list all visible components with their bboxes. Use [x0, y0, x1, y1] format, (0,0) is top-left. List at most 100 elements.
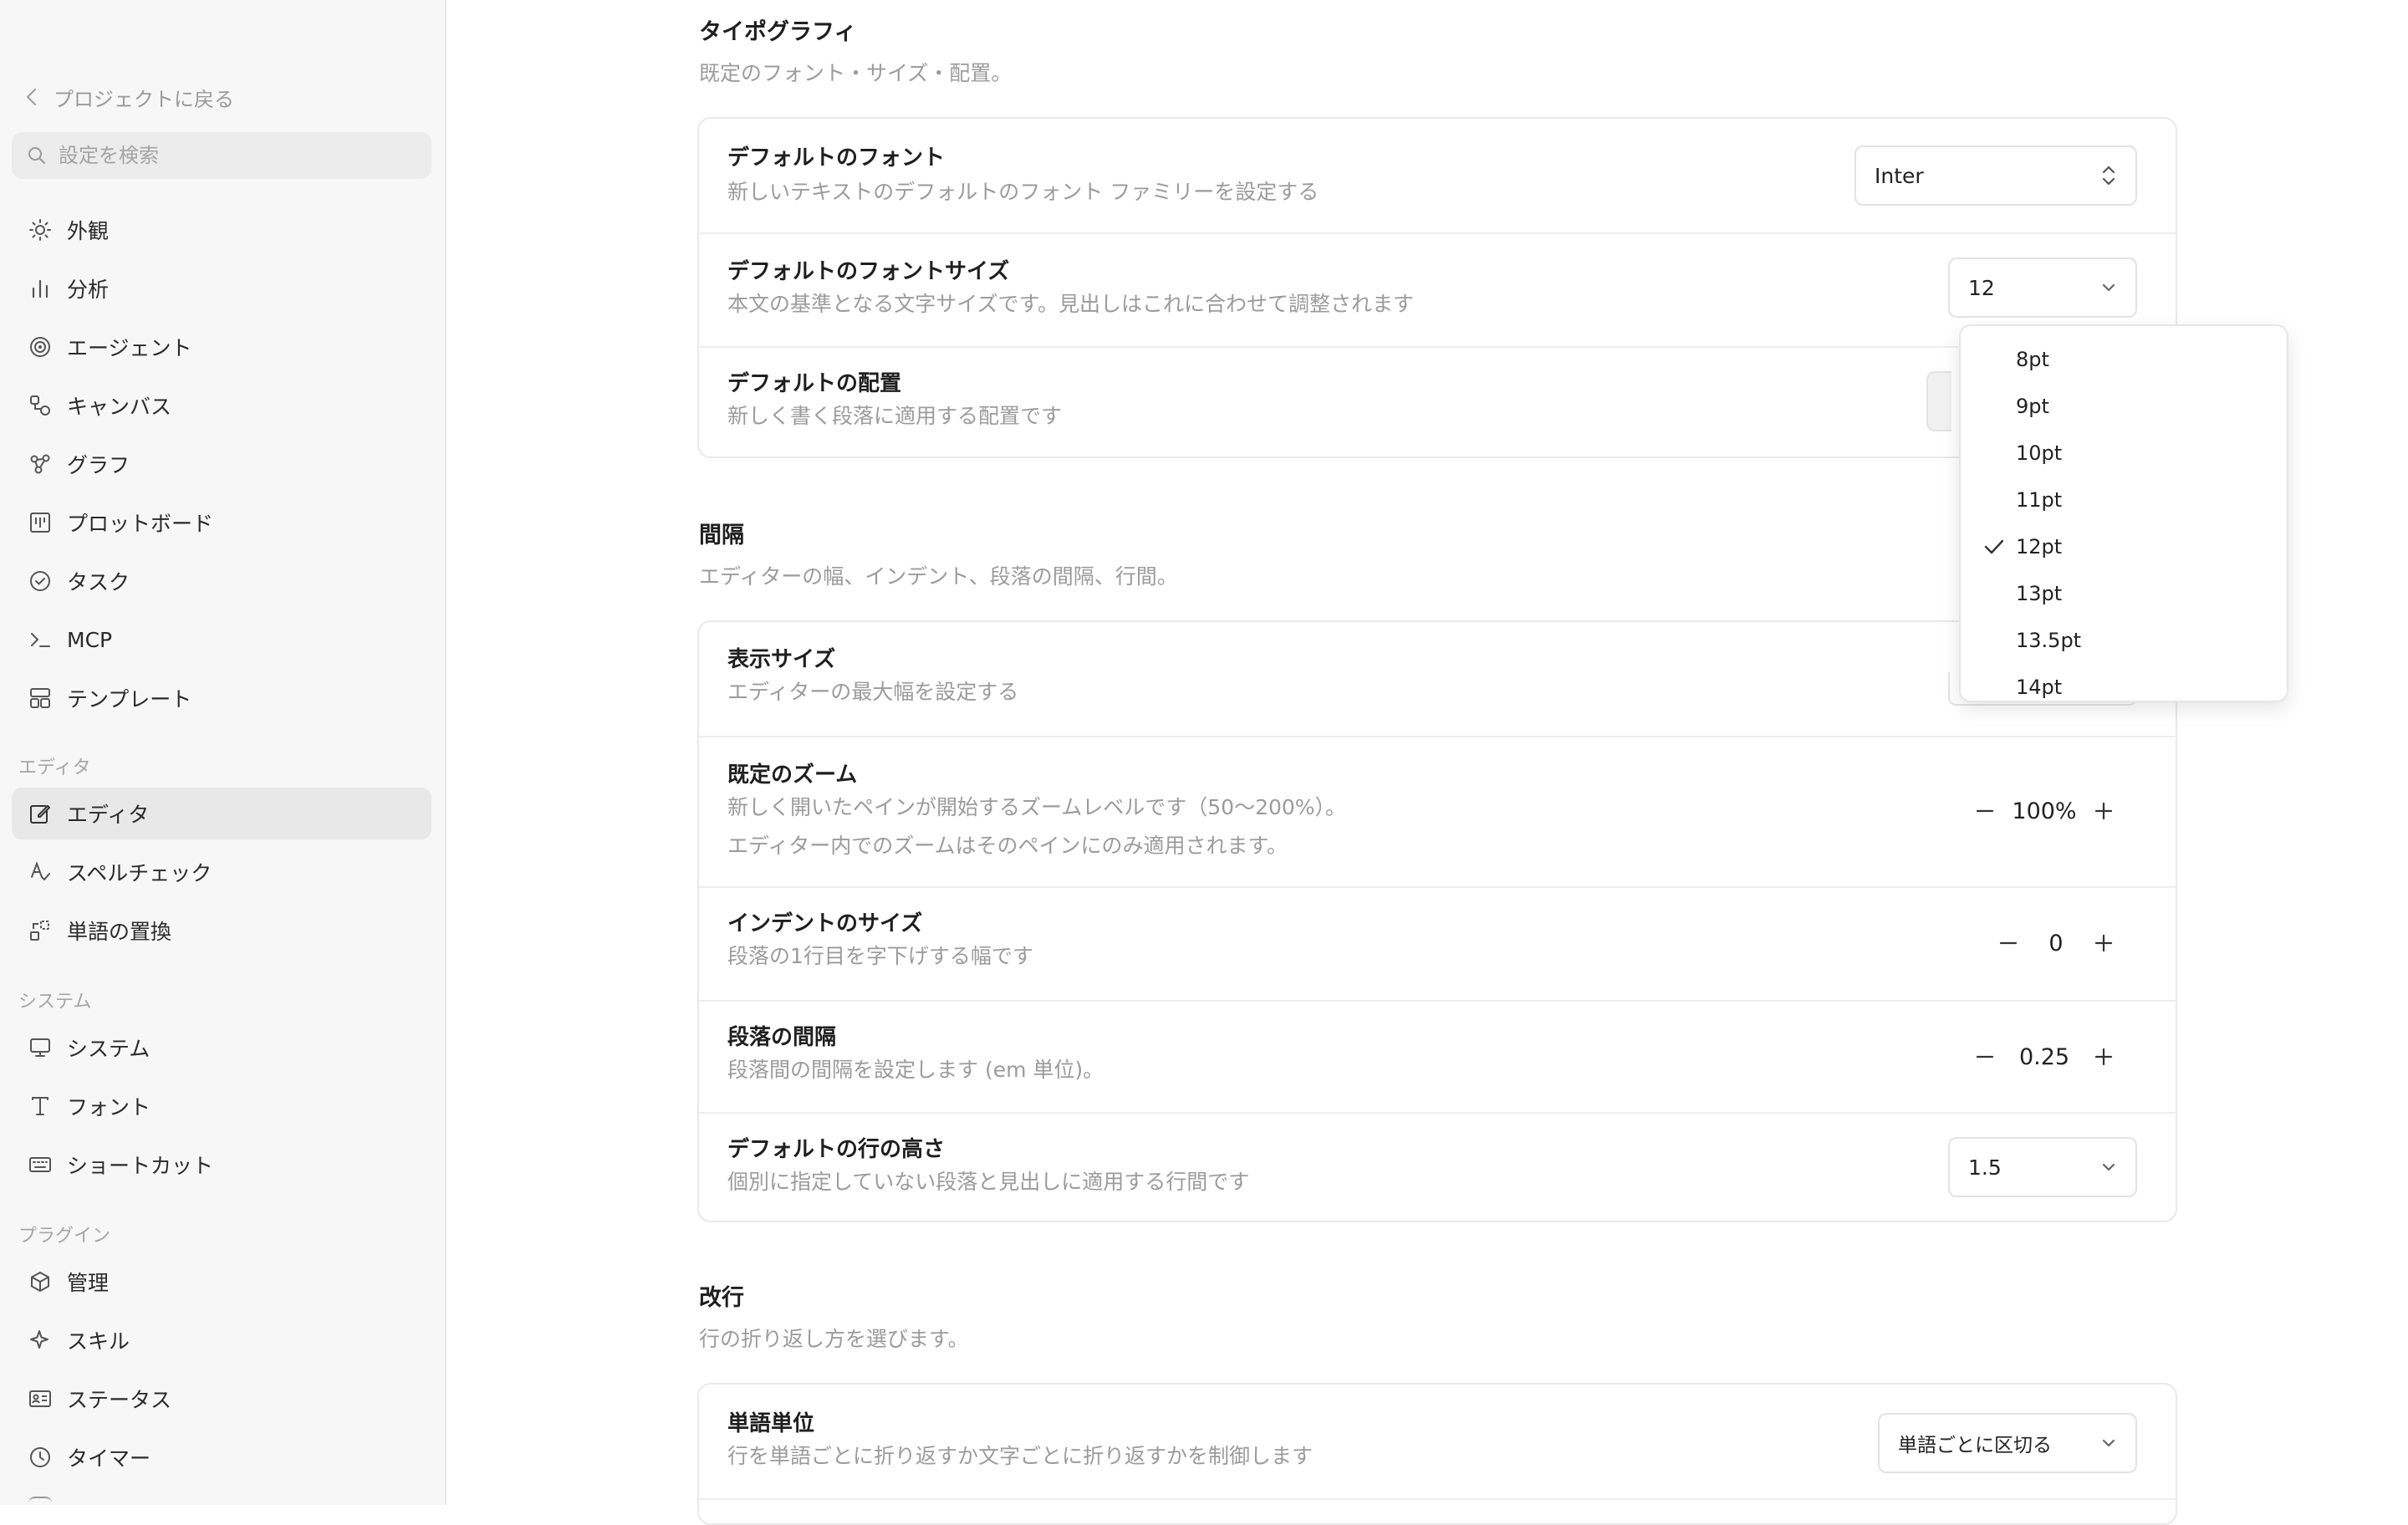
- setting-title: デフォルトの行の高さ: [727, 1137, 946, 1162]
- sidebar-item-status[interactable]: ステータス: [12, 1373, 431, 1425]
- dropdown-option[interactable]: 8pt: [1961, 336, 2287, 383]
- sidebar-item-label: タイマー: [67, 1446, 151, 1471]
- search-input[interactable]: [57, 143, 411, 168]
- sidebar-item-spellcheck[interactable]: スペルチェック: [12, 846, 431, 898]
- section-desc-spacing: エディターの幅、インデント、段落の間隔、行間。: [699, 564, 1178, 589]
- decrement-button[interactable]: [1968, 794, 2002, 828]
- setting-desc: エディターの最大幅を設定する: [727, 680, 1019, 704]
- option-label: 8pt: [2016, 348, 2049, 371]
- setting-title: インデントのサイズ: [727, 911, 923, 936]
- cube-icon: [27, 1268, 54, 1295]
- sidebar-item-label: MCP: [67, 627, 113, 652]
- sidebar-item-shortcuts[interactable]: ショートカット: [12, 1139, 431, 1191]
- sidebar-item-canvas[interactable]: キャンバス: [12, 380, 431, 431]
- setting-row-display-size: 表示サイズ エディターの最大幅を設定する: [699, 622, 2176, 736]
- sidebar-item-editor[interactable]: エディタ: [12, 788, 431, 839]
- sidebar-item-label: プロットボード: [67, 512, 214, 536]
- setting-desc: 新しく開いたペインが開始するズームレベルです（50〜200%）。: [727, 795, 1347, 819]
- sidebar-item-skills[interactable]: スキル: [12, 1314, 431, 1366]
- sidebar-item-plotboard[interactable]: プロットボード: [12, 497, 431, 548]
- font-size-select[interactable]: 12: [1948, 258, 2137, 318]
- section-label-system: システム: [18, 992, 92, 1012]
- sidebar-item-mcp[interactable]: MCP: [12, 614, 431, 666]
- sidebar-item-label: スペルチェック: [67, 861, 212, 885]
- plus-icon: [2094, 934, 2113, 952]
- terminal-icon: [27, 626, 54, 653]
- sidebar-item-label: エディタ: [67, 803, 150, 827]
- zoom-stepper: 100%: [1968, 794, 2120, 828]
- word-wrap-select[interactable]: 単語ごとに区切る: [1878, 1413, 2137, 1473]
- decrement-button[interactable]: [1992, 926, 2025, 960]
- sidebar-item-word-replace[interactable]: 単語の置換: [12, 905, 431, 956]
- board-icon: [27, 509, 54, 536]
- setting-desc-secondary: エディター内でのズームはそのペインにのみ適用されます。: [727, 834, 1288, 858]
- edit-icon: [27, 800, 54, 827]
- back-to-project-link[interactable]: プロジェクトに戻る: [25, 80, 234, 114]
- dropdown-option[interactable]: 9pt: [1961, 383, 2287, 430]
- setting-row-default-font-size: デフォルトのフォントサイズ 本文の基準となる文字サイズです。見出しはこれに合わせ…: [699, 232, 2176, 348]
- sidebar-item-label: スキル: [67, 1329, 130, 1354]
- monitor-icon: [27, 1034, 54, 1061]
- sidebar-item-tasks[interactable]: タスク: [12, 555, 431, 607]
- increment-button[interactable]: [2087, 794, 2120, 828]
- line-height-select[interactable]: 1.5: [1948, 1137, 2137, 1197]
- sidebar-item-font[interactable]: フォント: [12, 1080, 431, 1132]
- dropdown-option-selected[interactable]: 12pt: [1961, 523, 2287, 570]
- setting-title: 表示サイズ: [727, 647, 836, 672]
- dropdown-option[interactable]: 13.5pt: [1961, 617, 2287, 664]
- sidebar-item-templates[interactable]: テンプレート: [12, 672, 431, 724]
- setting-title: デフォルトの配置: [727, 371, 902, 396]
- chevron-down-icon: [2100, 1161, 2117, 1173]
- sidebar-item-label: グラフ: [67, 453, 130, 477]
- section-label-plugins: プラグイン: [18, 1226, 111, 1247]
- cut-off-icon: [28, 1497, 52, 1507]
- sidebar-item-label: キャンバス: [67, 395, 172, 419]
- graph-icon: [27, 451, 54, 477]
- dropdown-option[interactable]: 10pt: [1961, 430, 2287, 477]
- setting-row-indent-size: インデントのサイズ 段落の1行目を字下げする幅です 0: [699, 886, 2176, 1002]
- sidebar-item-label: フォント: [67, 1095, 151, 1120]
- sun-icon: [27, 217, 54, 243]
- setting-row-word-unit: 単語単位 行を単語ごとに折り返すか文字ごとに折り返すかを制御します 単語ごとに区…: [699, 1385, 2176, 1500]
- sidebar-item-appearance[interactable]: 外観: [12, 204, 431, 256]
- dropdown-option[interactable]: 13pt: [1961, 570, 2287, 617]
- sidebar-item-timer[interactable]: タイマー: [12, 1431, 431, 1483]
- setting-desc: 行を単語ごとに折り返すか文字ごとに折り返すかを制御します: [727, 1444, 1314, 1468]
- minus-icon: [1976, 1055, 1994, 1058]
- option-label: 13pt: [2016, 582, 2063, 605]
- option-label: 9pt: [2016, 395, 2049, 418]
- dropdown-option[interactable]: 14pt: [1961, 664, 2287, 701]
- section-label-editor: エディタ: [18, 757, 91, 778]
- dropdown-option[interactable]: 11pt: [1961, 477, 2287, 523]
- paragraph-spacing-stepper: 0.25: [1968, 1040, 2120, 1074]
- chevron-down-icon: [2100, 282, 2117, 293]
- setting-title: デフォルトのフォントサイズ: [727, 259, 1010, 284]
- increment-button[interactable]: [2087, 1040, 2120, 1074]
- setting-title: 既定のズーム: [727, 762, 858, 788]
- sidebar-item-system[interactable]: システム: [12, 1022, 431, 1074]
- template-icon: [27, 685, 54, 711]
- sidebar-item-label: 分析: [67, 278, 110, 302]
- settings-search[interactable]: [12, 132, 431, 179]
- font-size-dropdown: 8pt 9pt 10pt 11pt 12pt 13pt 13.5pt 14pt: [1959, 324, 2288, 702]
- option-label: 11pt: [2016, 488, 2063, 512]
- sidebar-item-manage[interactable]: 管理: [12, 1256, 431, 1308]
- check-circle-icon: [27, 568, 54, 594]
- type-icon: [27, 1093, 54, 1120]
- sidebar-item-analytics[interactable]: 分析: [12, 263, 431, 314]
- plus-icon: [2094, 1048, 2113, 1066]
- alignment-control[interactable]: [1926, 371, 1951, 431]
- setting-row-default-zoom: 既定のズーム 新しく開いたペインが開始するズームレベルです（50〜200%）。 …: [699, 736, 2176, 888]
- font-family-select[interactable]: Inter: [1854, 145, 2137, 206]
- chevron-down-icon: [2100, 1437, 2117, 1449]
- sidebar-item-agent[interactable]: エージェント: [12, 321, 431, 373]
- setting-desc: 段落の1行目を字下げする幅です: [727, 944, 1033, 968]
- canvas-icon: [27, 392, 54, 419]
- decrement-button[interactable]: [1968, 1040, 2002, 1074]
- setting-title: デフォルトのフォント: [727, 145, 946, 171]
- increment-button[interactable]: [2087, 926, 2120, 960]
- sidebar-item-graph[interactable]: グラフ: [12, 438, 431, 490]
- sidebar-item-label: ショートカット: [67, 1154, 214, 1178]
- search-icon: [28, 147, 45, 164]
- select-value: 単語ごとに区切る: [1898, 1435, 2052, 1456]
